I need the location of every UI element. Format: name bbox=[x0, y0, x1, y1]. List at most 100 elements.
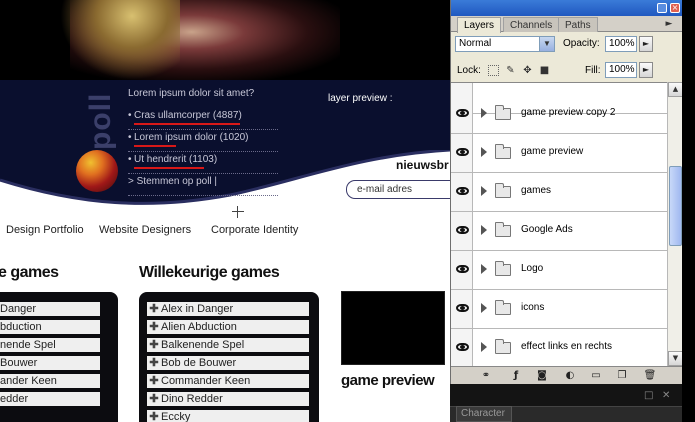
add-mask-icon[interactable]: ◙ bbox=[535, 369, 549, 382]
plus-icon: ✚ bbox=[149, 375, 159, 387]
tab-paths[interactable]: Paths bbox=[558, 17, 598, 32]
blend-mode-select[interactable]: Normal ▼ bbox=[455, 36, 555, 52]
poll-option[interactable]: • Ut hendrerit (1103) bbox=[128, 152, 278, 174]
visibility-toggle[interactable] bbox=[451, 290, 473, 328]
plus-icon: ✚ bbox=[149, 321, 159, 333]
workspace-background bbox=[682, 0, 695, 422]
new-group-icon[interactable]: ▭ bbox=[589, 369, 603, 382]
list-item[interactable]: ✚ Eccky bbox=[147, 410, 309, 422]
layer-row[interactable]: Logo bbox=[451, 251, 667, 290]
expand-triangle-icon[interactable] bbox=[481, 342, 487, 352]
list-item[interactable]: ✚ Dino Redder bbox=[147, 392, 309, 406]
visibility-toggle[interactable] bbox=[451, 329, 473, 366]
layer-preview-label: layer preview : bbox=[328, 93, 393, 104]
visibility-toggle[interactable] bbox=[451, 251, 473, 289]
layer-row[interactable]: game preview copy 2 bbox=[451, 95, 667, 134]
close-icon[interactable]: × bbox=[670, 3, 680, 13]
layer-name: Logo bbox=[521, 263, 544, 274]
nav-item-design-portfolio[interactable]: Design Portfolio bbox=[6, 224, 84, 236]
opacity-arrow-button[interactable]: ► bbox=[639, 36, 653, 52]
layer-style-icon[interactable]: ƒ bbox=[509, 369, 523, 382]
fill-field[interactable]: 100% bbox=[605, 62, 637, 78]
game-preview-image bbox=[341, 291, 445, 365]
visibility-toggle[interactable] bbox=[451, 134, 473, 172]
folder-icon bbox=[495, 300, 511, 315]
eye-icon bbox=[456, 343, 469, 351]
layer-row[interactable]: icons bbox=[451, 290, 667, 329]
palette-tabs: Layers Channels Paths bbox=[451, 16, 683, 33]
lock-brush-icon[interactable]: ✎ bbox=[505, 65, 516, 76]
list-item[interactable]: ✚ Balkenende Spel bbox=[147, 338, 309, 352]
folder-icon bbox=[495, 183, 511, 198]
fill-arrow-button[interactable]: ► bbox=[639, 62, 653, 78]
expand-triangle-icon[interactable] bbox=[481, 147, 487, 157]
expand-triangle-icon[interactable] bbox=[481, 225, 487, 235]
eye-icon bbox=[456, 109, 469, 117]
expand-triangle-icon[interactable] bbox=[481, 186, 487, 196]
scroll-down-icon[interactable]: ▼ bbox=[668, 351, 683, 366]
eye-icon bbox=[456, 148, 469, 156]
poll-vote-link[interactable]: > Stemmen op poll | bbox=[128, 174, 278, 196]
nav-item-website-designers[interactable]: Website Designers bbox=[99, 224, 191, 236]
expand-triangle-icon[interactable] bbox=[481, 108, 487, 118]
list-item[interactable]: ✚ Bob de Bouwer bbox=[147, 356, 309, 370]
list-item[interactable]: edder bbox=[0, 392, 100, 406]
crosshair-cursor-icon bbox=[232, 206, 244, 218]
scroll-up-icon[interactable]: ▲ bbox=[668, 82, 683, 97]
layer-row[interactable]: games bbox=[451, 173, 667, 212]
eye-icon bbox=[456, 265, 469, 273]
poll-option[interactable]: • Lorem ipsum dolor (1020) bbox=[128, 130, 278, 152]
visibility-toggle[interactable] bbox=[451, 173, 473, 211]
games-list-box: Danger bduction nende Spel Bouwer ander … bbox=[0, 292, 118, 422]
lock-all-icon[interactable]: ■ bbox=[539, 65, 550, 76]
layers-scrollbar[interactable]: ▲ ▼ bbox=[667, 82, 683, 366]
poll-heading: poll bbox=[84, 92, 117, 150]
list-item[interactable]: nende Spel bbox=[0, 338, 100, 352]
folder-icon bbox=[495, 105, 511, 120]
palette-titlebar[interactable]: × bbox=[451, 0, 683, 16]
list-item[interactable]: ✚ Commander Keen bbox=[147, 374, 309, 388]
minimize-icon[interactable] bbox=[657, 3, 667, 13]
link-layers-icon[interactable]: ⚭ bbox=[479, 369, 493, 382]
random-games-title: Willekeurige games bbox=[139, 264, 280, 281]
list-item[interactable]: Bouwer bbox=[0, 356, 100, 370]
folder-icon bbox=[495, 222, 511, 237]
list-item[interactable]: ander Keen bbox=[0, 374, 100, 388]
new-layer-icon[interactable]: ❐ bbox=[615, 369, 629, 382]
minimize-icon[interactable]: □ bbox=[644, 390, 653, 401]
palette-menu-icon[interactable]: ► bbox=[662, 18, 676, 30]
nav-item-corporate-identity[interactable]: Corporate Identity bbox=[211, 224, 298, 236]
expand-triangle-icon[interactable] bbox=[481, 264, 487, 274]
layer-name: effect links en rechts bbox=[521, 341, 612, 352]
visibility-toggle[interactable] bbox=[451, 95, 473, 133]
fill-label: Fill: bbox=[585, 65, 601, 76]
poll-options: • Cras ullamcorper (4887) • Lorem ipsum do… bbox=[128, 108, 278, 196]
poll-orb-icon bbox=[76, 150, 118, 192]
lock-transparency-icon[interactable] bbox=[488, 65, 499, 76]
list-item[interactable]: bduction bbox=[0, 320, 100, 334]
opacity-field[interactable]: 100% bbox=[605, 36, 637, 52]
tab-character[interactable]: Character bbox=[456, 406, 512, 422]
poll-option[interactable]: • Cras ullamcorper (4887) bbox=[128, 108, 278, 130]
layer-row[interactable]: Google Ads bbox=[451, 212, 667, 251]
list-item[interactable]: ✚ Alex in Danger bbox=[147, 302, 309, 316]
tab-channels[interactable]: Channels bbox=[503, 17, 560, 32]
layer-row[interactable]: game preview bbox=[451, 134, 667, 173]
layer-name: game preview copy 2 bbox=[521, 107, 616, 118]
hero-banner bbox=[0, 0, 450, 80]
scroll-thumb[interactable] bbox=[669, 166, 682, 246]
list-item[interactable]: Danger bbox=[0, 302, 100, 316]
plus-icon: ✚ bbox=[149, 411, 159, 422]
lock-move-icon[interactable]: ✥ bbox=[522, 65, 533, 76]
adjustment-layer-icon[interactable]: ◐ bbox=[563, 369, 577, 382]
visibility-toggle[interactable] bbox=[451, 212, 473, 250]
delete-layer-icon[interactable]: 🗑 bbox=[643, 369, 657, 382]
list-item[interactable]: ✚ Alien Abduction bbox=[147, 320, 309, 334]
close-icon[interactable]: ✕ bbox=[662, 390, 670, 401]
tab-layers[interactable]: Layers bbox=[457, 17, 502, 33]
folder-icon bbox=[495, 339, 511, 354]
email-field[interactable]: e-mail adres bbox=[346, 180, 450, 199]
layer-row[interactable]: effect links en rechts bbox=[451, 329, 667, 366]
expand-triangle-icon[interactable] bbox=[481, 303, 487, 313]
layer-name: games bbox=[521, 185, 552, 196]
